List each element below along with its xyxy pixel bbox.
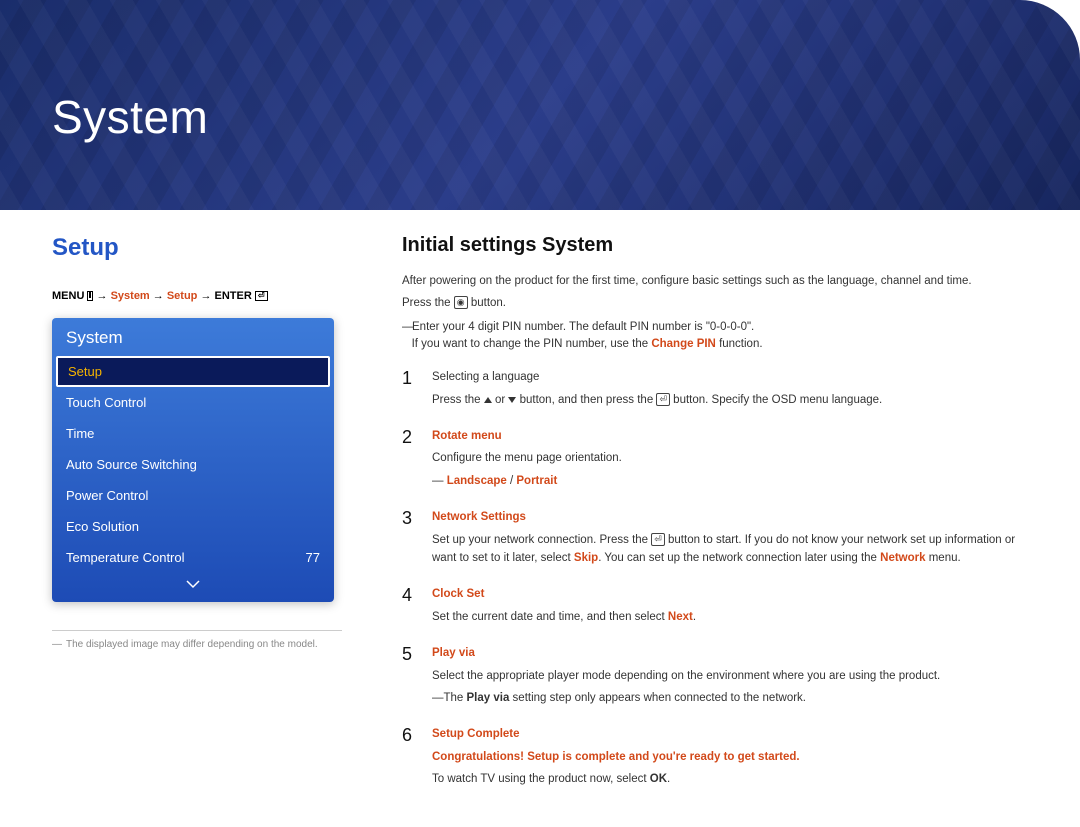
hero-banner: System [0,0,1080,210]
osd-item-temperature-control[interactable]: Temperature Control 77 [52,542,334,573]
osd-item-label: Power Control [66,488,148,503]
breadcrumb: MENU → System → Setup → ENTER ⏎ [52,290,342,302]
osd-item-auto-source-switching[interactable]: Auto Source Switching [52,449,334,480]
content-heading: Initial settings System [402,234,1028,257]
step-3: 3 Network Settings Set up your network c… [402,508,1028,571]
step-5: 5 Play via Select the appropriate player… [402,644,1028,711]
step-number: 2 [402,427,416,494]
osd-menu: System Setup Touch Control Time Auto Sou… [52,318,334,602]
step-number: 4 [402,585,416,630]
chapter-title: System [0,0,1080,144]
footnote: ―The displayed image may differ dependin… [52,639,342,650]
enter-icon: ⏎ [651,533,665,546]
breadcrumb-system: System [111,290,150,302]
section-title: Setup [52,234,342,262]
content-area: Setup MENU → System → Setup → ENTER ⏎ Sy… [0,210,1080,827]
step-title: Network Settings [432,508,1028,526]
step-4: 4 Clock Set Set the current date and tim… [402,585,1028,630]
step-list: 1 Selecting a language Press the or butt… [402,368,1028,792]
divider [52,630,342,631]
enter-icon: ⏎ [255,291,268,301]
right-column: Initial settings System After powering o… [402,234,1028,807]
step-title: Play via [432,644,1028,662]
osd-more-below[interactable] [52,573,334,598]
osd-item-time[interactable]: Time [52,418,334,449]
intro-text: After powering on the product for the fi… [402,273,1028,354]
breadcrumb-menu-label: MENU [52,290,84,302]
step-number: 5 [402,644,416,711]
osd-item-power-control[interactable]: Power Control [52,480,334,511]
chevron-down-icon [186,579,200,589]
step-number: 1 [402,368,416,413]
osd-item-setup[interactable]: Setup [56,356,330,387]
circle-button-icon: ◉ [454,296,468,309]
step-6: 6 Setup Complete Congratulations! Setup … [402,725,1028,792]
step-number: 3 [402,508,416,571]
step-title: Rotate menu [432,427,1028,445]
step-title: Selecting a language [432,368,1028,386]
breadcrumb-arrow: → [97,290,108,302]
osd-item-label: Time [66,426,94,441]
osd-item-label: Auto Source Switching [66,457,197,472]
breadcrumb-enter-label: ENTER [215,290,252,302]
step-title: Clock Set [432,585,1028,603]
osd-item-label: Touch Control [66,395,146,410]
breadcrumb-arrow: → [200,290,211,302]
osd-header: System [52,318,334,356]
step-number: 6 [402,725,416,792]
osd-item-value: 77 [306,550,320,565]
osd-item-label: Temperature Control [66,550,185,565]
breadcrumb-arrow: → [153,290,164,302]
osd-item-eco-solution[interactable]: Eco Solution [52,511,334,542]
osd-item-touch-control[interactable]: Touch Control [52,387,334,418]
menu-icon [87,291,93,301]
breadcrumb-setup: Setup [167,290,198,302]
enter-icon: ⏎ [656,393,670,406]
step-title: Setup Complete [432,725,1028,743]
left-column: Setup MENU → System → Setup → ENTER ⏎ Sy… [52,234,342,807]
step-1: 1 Selecting a language Press the or butt… [402,368,1028,413]
triangle-up-icon [484,397,492,403]
step-2: 2 Rotate menu Configure the menu page or… [402,427,1028,494]
osd-item-label: Setup [68,364,102,379]
osd-item-label: Eco Solution [66,519,139,534]
